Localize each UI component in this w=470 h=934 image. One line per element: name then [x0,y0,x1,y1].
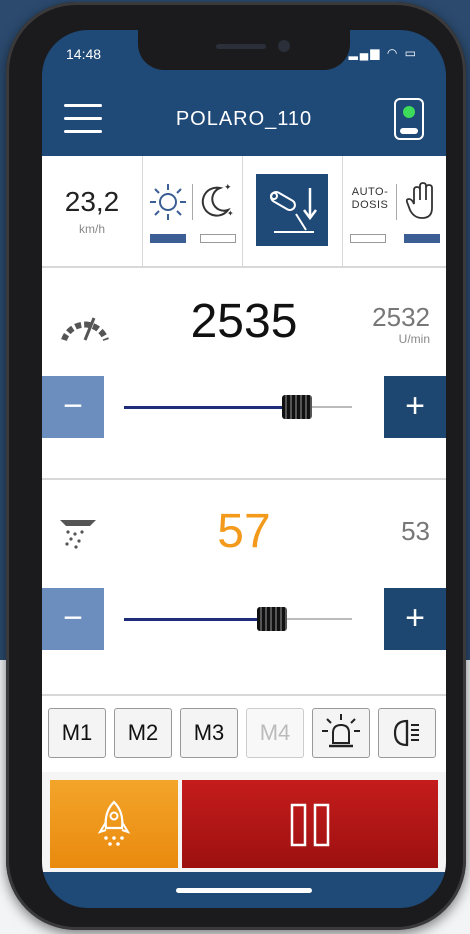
status-bar: 14:48 ▂▄▆ ◠ ▭ [42,46,446,70]
speed-value: 23,2 [64,186,120,217]
rpm-unit: U/min [398,332,430,346]
memory-button-m4[interactable]: M4 [246,708,304,758]
app-screen: 14:48 ▂▄▆ ◠ ▭ POLARO_110 23,2 km/h ✦ ✦ A… [42,30,446,908]
work-light-button[interactable] [378,708,436,758]
rpm-slider-handle[interactable] [282,395,312,419]
autodosis-toggle[interactable]: AUTO- DOSIS [342,156,446,266]
speed-unit: km/h [78,222,105,236]
status-icons: ▂▄▆ ◠ ▭ [348,46,418,60]
rpm-slider-fill [124,406,297,409]
dose-panel: 57 53 − + [42,480,446,696]
manual-indicator [404,234,440,243]
autodosis-label: AUTO- DOSIS [351,186,389,211]
phone-frame: 14:48 ▂▄▆ ◠ ▭ POLARO_110 23,2 km/h ✦ ✦ A… [6,2,466,930]
dose-slider-handle[interactable] [257,607,287,631]
beacon-button[interactable] [312,708,370,758]
start-boost-button[interactable] [50,780,178,868]
moon-icon: ✦ ✦ [201,182,234,218]
auto-indicator [350,234,386,243]
memory-button-m1[interactable]: M1 [48,708,106,758]
app-header: POLARO_110 [42,88,446,156]
main-content: 23,2 km/h ✦ ✦ AUTO- DOSIS 2535 2532 U/mi… [42,156,446,872]
sun-icon [150,184,186,220]
rpm-increase-button[interactable]: + [384,376,446,438]
page-title: POLARO_110 [175,108,313,130]
day-indicator [150,234,186,243]
memory-row: M1 M2 M3 M4 [42,696,446,772]
beacon-light-icon [322,714,360,748]
svg-text:✦: ✦ [224,182,232,192]
device-status-icon[interactable] [394,98,424,140]
memory-button-m2[interactable]: M2 [114,708,172,758]
rpm-panel: 2535 2532 U/min − + [42,268,446,480]
boom-lower-icon [270,188,317,233]
dose-increase-button[interactable]: + [384,588,446,650]
memory-button-m3[interactable]: M3 [180,708,238,758]
night-indicator [200,234,236,243]
pause-button[interactable] [182,780,438,868]
home-indicator [176,888,312,893]
rpm-decrease-button[interactable]: − [42,376,104,438]
top-controls: 23,2 km/h ✦ ✦ AUTO- DOSIS [42,156,446,268]
boom-mode-button[interactable] [242,156,343,266]
action-row [42,774,446,872]
status-time: 14:48 [66,46,102,62]
hand-icon [405,182,433,219]
pause-icon [290,803,330,847]
svg-text:✦: ✦ [227,209,234,218]
rpm-actual-value: 2532 [372,302,430,332]
speed-display: 23,2 km/h [42,156,143,266]
day-night-toggle[interactable]: ✦ ✦ [142,156,243,266]
rocket-icon [97,800,131,846]
headlight-icon [393,719,419,747]
dose-actual-value: 53 [401,516,430,546]
status-led-icon [403,106,415,118]
dose-target-value: 57 [217,505,271,558]
dose-decrease-button[interactable]: − [42,588,104,650]
dose-slider-fill [124,618,272,621]
